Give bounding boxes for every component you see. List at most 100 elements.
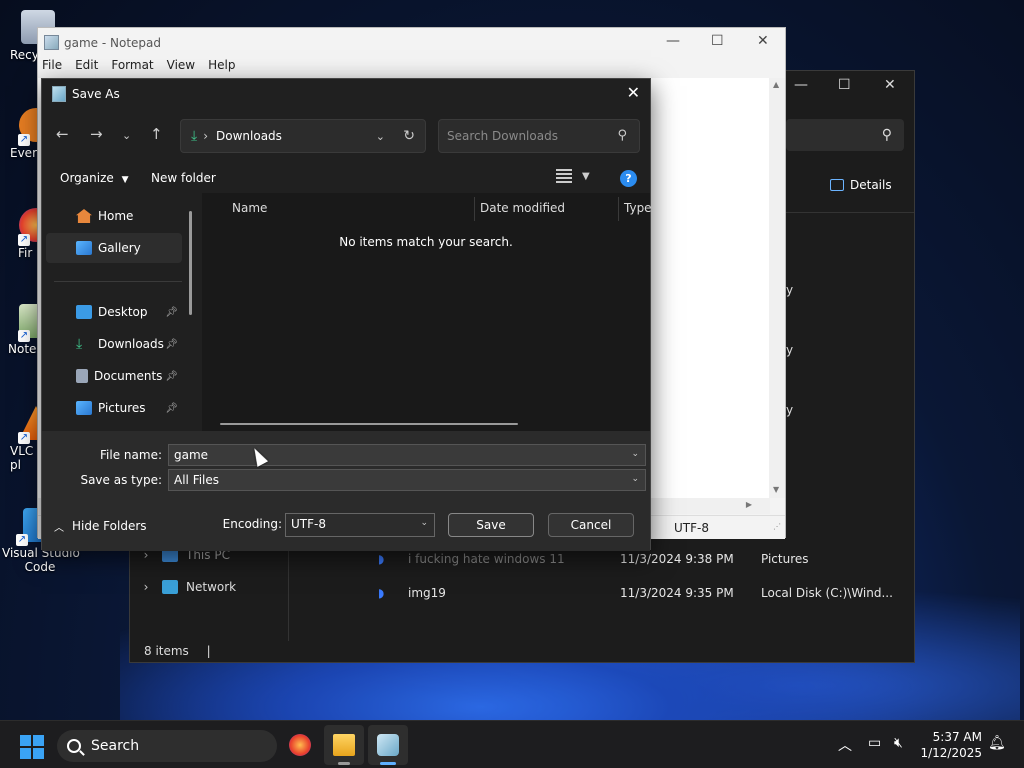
back-arrow-icon[interactable]: ← [56,125,69,143]
help-icon[interactable]: ? [620,170,637,187]
nav-item-downloads[interactable]: ⤓ Downloads 📌︎ [46,329,182,359]
close-icon[interactable]: ✕ [884,77,896,93]
organize-label: Organize [60,171,114,185]
details-button[interactable]: Details [830,178,892,192]
close-icon[interactable]: ✕ [757,33,769,49]
network-icon[interactable]: ▭ [868,735,881,751]
menu-file[interactable]: File [42,58,62,72]
scroll-right-icon[interactable]: ▶ [746,500,752,509]
file-date: 11/3/2024 9:38 PM [620,552,734,566]
menu-format[interactable]: Format [111,58,153,72]
home-icon [76,209,92,223]
documents-icon [76,369,88,383]
up-arrow-icon[interactable]: ↑ [150,125,163,143]
save-as-type-select[interactable]: All Files ⌄ [168,469,646,491]
encoding-select[interactable]: UTF-8 ⌄ [285,513,435,537]
vertical-scrollbar[interactable]: ▲ ▼ [769,78,785,498]
speaker-muted-icon[interactable]: 🔇︎ [894,735,903,751]
nav-item-label: Network [186,580,237,594]
nav-item-gallery[interactable]: Gallery [46,233,182,263]
file-row[interactable]: ◗ i fucking hate windows 11 11/3/2024 9:… [378,552,901,566]
forward-arrow-icon[interactable]: → [90,125,103,143]
cancel-button[interactable]: Cancel [548,513,634,537]
column-divider[interactable] [618,197,619,221]
scroll-up-icon[interactable]: ▲ [773,80,779,89]
file-list-horizontal-scrollbar[interactable] [220,423,518,425]
chevron-up-icon[interactable]: ︿ [838,735,852,755]
nav-item-label: Home [98,209,134,223]
nav-item-pictures[interactable]: Pictures 📌︎ [46,393,182,423]
minimize-icon[interactable]: — [666,33,680,49]
notepad-icon [52,86,66,102]
view-options-icon[interactable] [556,169,572,183]
new-folder-button[interactable]: New folder [151,171,216,185]
windows-logo-tile [20,748,31,759]
column-header-name[interactable]: Name [232,201,267,215]
address-bar[interactable]: ⤓ › Downloads ⌄ ↻ [180,119,426,153]
clock[interactable]: 5:37 AM 1/12/2025 [920,729,982,761]
taskbar-file-explorer[interactable] [324,725,364,765]
pin-icon[interactable]: 📌︎ [165,403,178,414]
recent-locations-chevron-icon[interactable]: ⌄ [122,129,131,142]
pin-icon[interactable]: 📌︎ [165,371,178,382]
pin-icon[interactable]: 📌︎ [165,307,178,318]
chevron-right-icon: › [143,580,149,594]
maximize-icon[interactable]: ☐ [838,77,851,93]
file-name-value: game [174,448,209,462]
nav-item-home[interactable]: Home [46,201,182,231]
taskbar: Search ︿ ▭ 🔇︎ 5:37 AM 1/12/2025 🔔︎ [0,720,1024,768]
chevron-down-icon[interactable]: ⌄ [631,474,639,484]
file-name-input[interactable]: game ⌄ [168,444,646,466]
file-name-label: File name: [100,448,162,462]
menu-edit[interactable]: Edit [75,58,98,72]
file-row[interactable]: ◗ img19 11/3/2024 9:35 PM Local Disk (C:… [378,586,901,600]
nav-pane-scrollbar[interactable] [189,211,192,315]
save-as-type-label: Save as type: [80,473,162,487]
column-header-type[interactable]: Type [624,201,652,215]
explorer-status-bar: 8 items | [144,644,211,658]
column-divider[interactable] [474,197,475,221]
pin-icon[interactable]: 📌︎ [165,339,178,350]
search-icon: ⚲ [881,127,892,143]
taskbar-firefox[interactable] [280,725,320,765]
chevron-down-icon[interactable]: ⌄ [420,518,428,528]
pictures-icon [76,401,92,415]
scroll-down-icon[interactable]: ▼ [773,485,779,494]
nav-item-desktop[interactable]: Desktop 📌︎ [46,297,182,327]
hide-folders-button[interactable]: ︿ Hide Folders [54,519,147,534]
running-indicator [380,762,396,765]
chevron-down-icon[interactable]: ⌄ [631,449,639,459]
column-header-date-modified[interactable]: Date modified [480,201,565,215]
partial-text: y [786,343,794,357]
maximize-icon[interactable]: ☐ [711,33,724,49]
chevron-down-icon[interactable]: ▼ [582,171,590,182]
start-button[interactable] [20,735,44,759]
menu-view[interactable]: View [167,58,195,72]
notification-bell-icon[interactable]: 🔔︎ [988,735,1006,751]
taskbar-notepad[interactable] [368,725,408,765]
file-location: Pictures [761,552,809,566]
close-icon[interactable]: ✕ [627,83,640,102]
dialog-title: Save As [72,87,120,101]
chevron-down-icon[interactable]: ⌄ [376,130,385,143]
explorer-search-input[interactable]: ⚲ [786,119,904,151]
file-list[interactable]: Name Date modified Type No items match y… [202,193,652,431]
breadcrumb-separator-icon: › [203,129,209,143]
search-downloads[interactable]: ⚲ [438,119,640,153]
item-count: 8 items [144,644,189,658]
menu-help[interactable]: Help [208,58,235,72]
resize-grip-icon[interactable]: ⋰ [773,522,781,531]
nav-item-network[interactable]: › Network [138,580,236,594]
nav-item-documents[interactable]: Documents 📌︎ [46,361,182,391]
search-input[interactable] [447,129,607,143]
navigation-pane: Home Gallery Desktop 📌︎ ⤓ Downloads 📌︎ D… [42,199,192,431]
organize-button[interactable]: Organize ▼ [60,171,129,185]
desktop-icon [76,305,92,319]
network-icon [162,580,178,594]
save-as-dialog[interactable]: Save As ✕ ← → ⌄ ↑ ⤓ › Downloads ⌄ ↻ ⚲ Or… [41,78,652,551]
image-file-icon: ◗ [378,552,385,566]
save-button[interactable]: Save [448,513,534,537]
refresh-icon[interactable]: ↻ [403,128,415,144]
taskbar-search[interactable]: Search [57,730,277,762]
minimize-icon[interactable]: — [794,77,808,93]
